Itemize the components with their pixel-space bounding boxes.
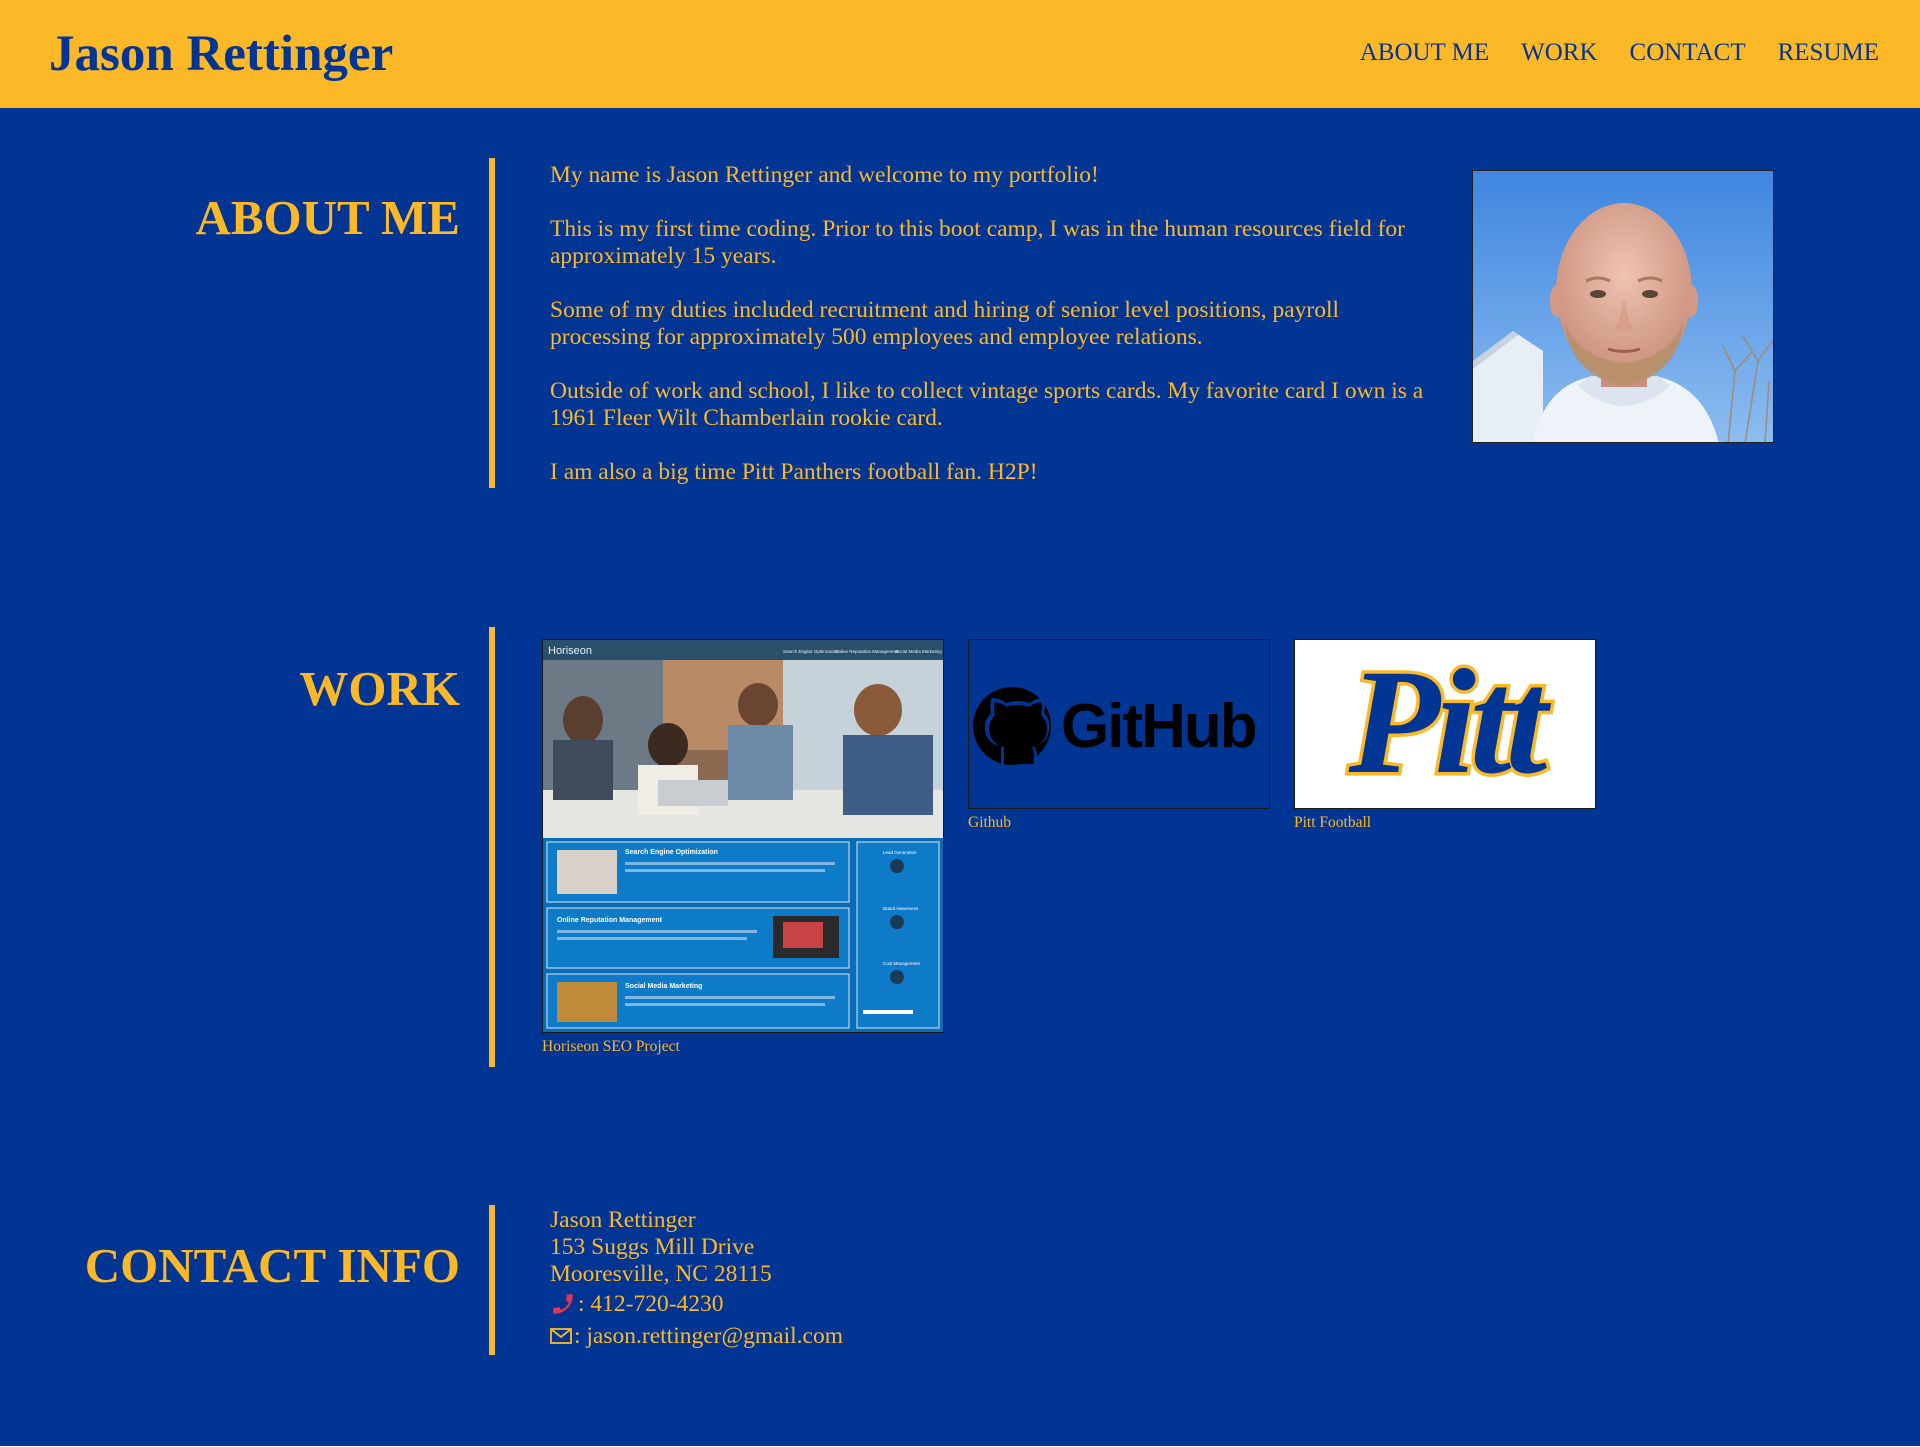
nav-work[interactable]: WORK bbox=[1521, 37, 1597, 69]
github-logo-text: GitHub bbox=[1061, 692, 1256, 761]
about-paragraph: Outside of work and school, I like to co… bbox=[550, 378, 1424, 431]
about-paragraph: I am also a big time Pitt Panthers footb… bbox=[550, 459, 1038, 485]
site-header: Jason Rettinger ABOUT ME WORK CONTACT RE… bbox=[0, 0, 1920, 108]
nav-about[interactable]: ABOUT ME bbox=[1360, 37, 1489, 69]
site-title: Jason Rettinger bbox=[49, 26, 394, 82]
contact-name: Jason Rettinger bbox=[550, 1207, 696, 1233]
preview-card-title: Social Media Marketing bbox=[625, 983, 702, 990]
about-heading: ABOUT ME bbox=[195, 190, 460, 245]
preview-nav-item: Online Reputation Management bbox=[835, 649, 899, 654]
nav-contact[interactable]: CONTACT bbox=[1630, 37, 1746, 69]
contact-phone-row: : 412-720-4230 bbox=[550, 1288, 843, 1320]
preview-nav-item: Social Media Marketing bbox=[895, 649, 942, 654]
work-item-horiseon: Horiseon Search Engine Optimization Onli… bbox=[542, 639, 944, 1056]
contact-divider bbox=[489, 1205, 495, 1355]
work-heading: WORK bbox=[299, 661, 460, 716]
contact-city: Mooresville, NC 28115 bbox=[550, 1261, 772, 1287]
preview-sidebar-item: Brand Awareness bbox=[883, 906, 919, 911]
preview-card-title: Search Engine Optimization bbox=[625, 849, 718, 856]
main-nav: ABOUT ME WORK CONTACT RESUME bbox=[1360, 37, 1879, 69]
nav-resume[interactable]: RESUME bbox=[1778, 37, 1879, 69]
work-item-github: GitHub Github bbox=[968, 639, 1270, 832]
envelope-icon bbox=[550, 1327, 574, 1345]
pitt-thumbnail[interactable]: Pitt bbox=[1294, 639, 1596, 809]
contact-phone[interactable]: : 412-720-4230 bbox=[578, 1291, 724, 1318]
about-paragraph: Some of my duties included recruitment a… bbox=[550, 297, 1340, 350]
contact-details: Jason Rettinger 153 Suggs Mill Drive Moo… bbox=[550, 1207, 843, 1352]
contact-heading: CONTACT INFO bbox=[84, 1238, 460, 1293]
about-paragraph: My name is Jason Rettinger and welcome t… bbox=[550, 162, 1099, 188]
work-section: WORK Horiseon Search Engine Optimization… bbox=[0, 627, 1920, 1067]
contact-street: 153 Suggs Mill Drive bbox=[550, 1234, 755, 1260]
work-divider bbox=[489, 627, 495, 1067]
pitt-caption[interactable]: Pitt Football bbox=[1294, 814, 1596, 832]
pitt-logo-text: Pitt bbox=[1348, 640, 1552, 805]
phone-icon bbox=[550, 1291, 578, 1317]
horiseon-thumbnail[interactable]: Horiseon Search Engine Optimization Onli… bbox=[542, 639, 944, 1033]
about-paragraph: This is my first time coding. Prior to t… bbox=[550, 216, 1405, 269]
github-caption[interactable]: Github bbox=[968, 814, 1270, 832]
work-item-pitt: Pitt Pitt Football bbox=[1294, 639, 1596, 832]
preview-sidebar-item: Lead Generation bbox=[883, 850, 917, 855]
preview-card-title: Online Reputation Management bbox=[557, 917, 663, 924]
horiseon-caption[interactable]: Horiseon SEO Project bbox=[542, 1038, 944, 1056]
contact-email-row: : jason.rettinger@gmail.com bbox=[550, 1320, 843, 1352]
about-section: ABOUT ME My name is Jason Rettinger and … bbox=[0, 158, 1920, 488]
about-divider bbox=[489, 158, 495, 488]
contact-section: CONTACT INFO Jason Rettinger 153 Suggs M… bbox=[0, 1205, 1920, 1355]
preview-nav-item: Search Engine Optimization bbox=[783, 649, 839, 654]
preview-brand: Horiseon bbox=[548, 645, 592, 657]
preview-sidebar-item: Cost Management bbox=[883, 961, 921, 966]
profile-photo bbox=[1472, 170, 1774, 443]
main-content: ABOUT ME My name is Jason Rettinger and … bbox=[0, 108, 1920, 1446]
github-octocat-icon bbox=[973, 687, 1051, 765]
about-text: My name is Jason Rettinger and welcome t… bbox=[550, 162, 1430, 513]
contact-email[interactable]: : jason.rettinger@gmail.com bbox=[574, 1323, 843, 1350]
page: Jason Rettinger ABOUT ME WORK CONTACT RE… bbox=[0, 0, 1920, 1447]
github-thumbnail[interactable]: GitHub bbox=[968, 639, 1270, 809]
